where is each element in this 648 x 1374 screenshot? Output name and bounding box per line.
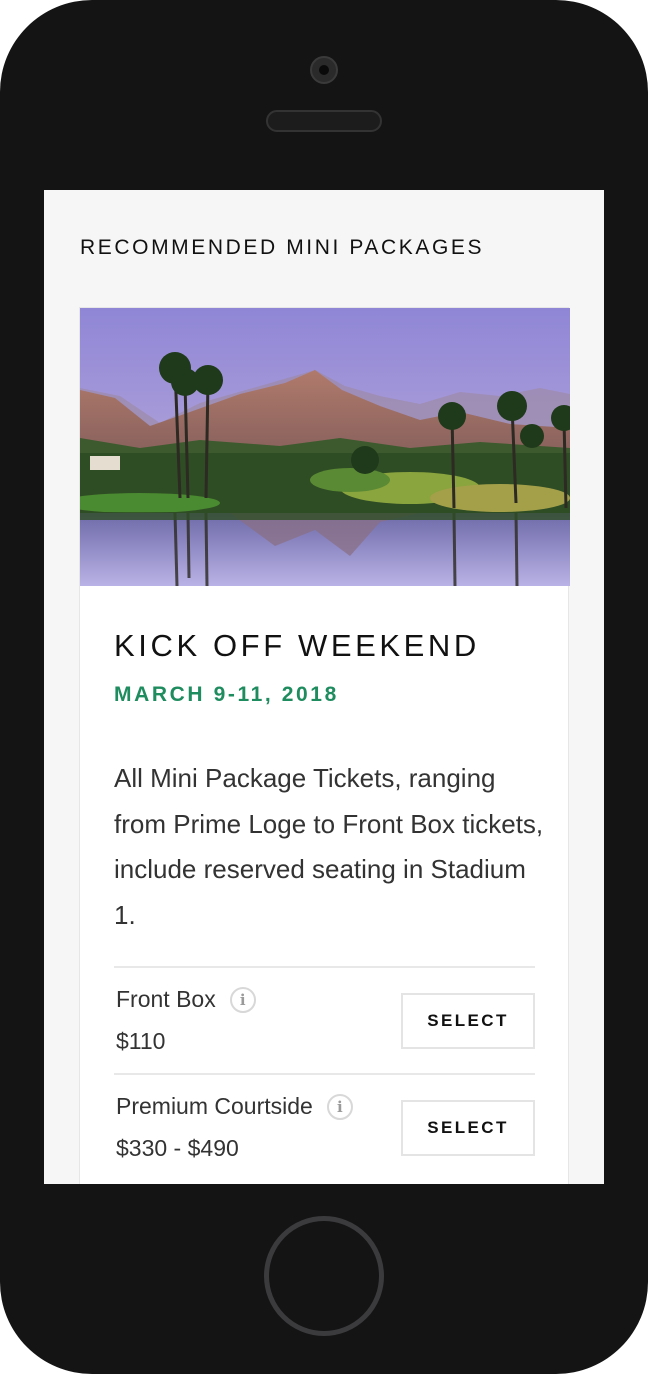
screen: RECOMMENDED MINI PACKAGES KICK OFF WEEKE…	[44, 190, 604, 1184]
select-button[interactable]: SELECT	[401, 1100, 535, 1156]
section-title: RECOMMENDED MINI PACKAGES	[80, 236, 485, 259]
select-button[interactable]: SELECT	[401, 993, 535, 1049]
tier-row: Premium Courtside i $330 - $490 SELECT	[114, 1073, 535, 1180]
info-icon[interactable]: i	[326, 1094, 353, 1120]
package-description: All Mini Package Tickets, ranging from P…	[114, 763, 544, 930]
tier-row: Front Box i $110 SELECT	[114, 966, 535, 1073]
home-button[interactable]	[264, 1216, 384, 1336]
package-image	[80, 308, 570, 586]
tier-price: $110	[116, 1028, 166, 1054]
package-title: KICK OFF WEEKEND	[114, 628, 480, 663]
tier-name-row: Premium Courtside i	[116, 1093, 353, 1120]
tier-name: Premium Courtside	[116, 1093, 313, 1119]
tier-price: $330 - $490	[116, 1135, 239, 1161]
front-camera	[310, 56, 338, 84]
earpiece-speaker	[266, 110, 382, 132]
phone-frame: RECOMMENDED MINI PACKAGES KICK OFF WEEKE…	[0, 0, 648, 1374]
package-card: KICK OFF WEEKEND MARCH 9-11, 2018 All Mi…	[79, 307, 570, 1184]
package-date: MARCH 9-11, 2018	[114, 683, 339, 706]
info-icon[interactable]: i	[229, 987, 256, 1013]
tier-name-row: Front Box i	[116, 986, 256, 1013]
tier-name: Front Box	[116, 986, 216, 1012]
